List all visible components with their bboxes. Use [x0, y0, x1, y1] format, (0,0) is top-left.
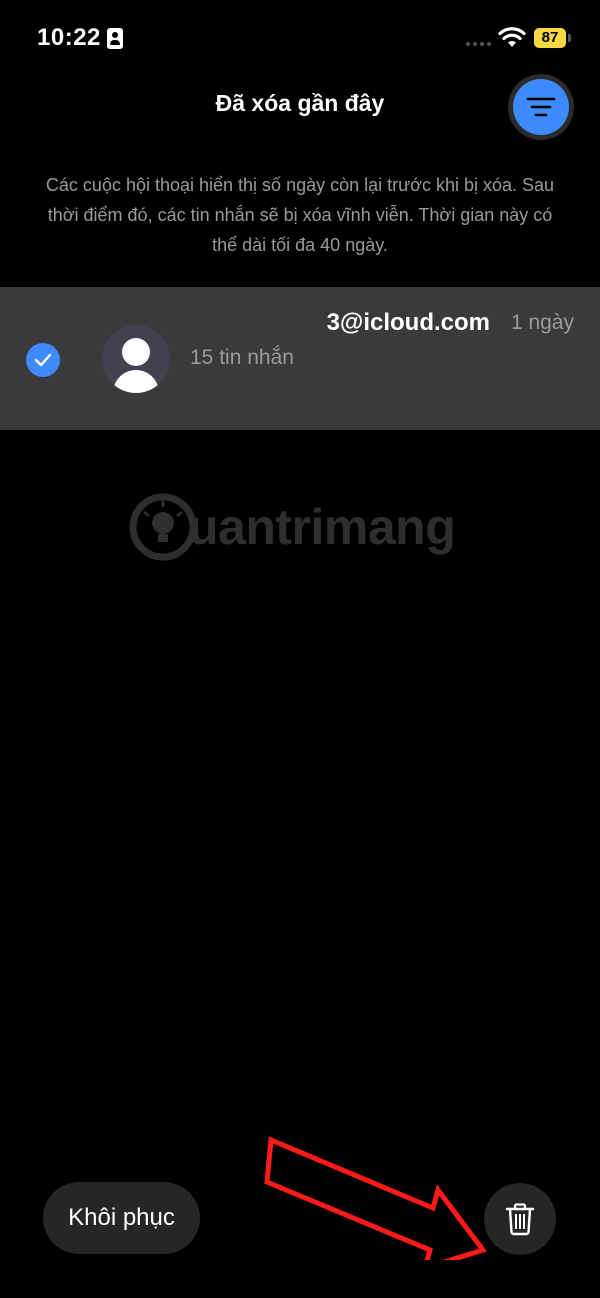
restore-button[interactable]: Khôi phục	[43, 1182, 200, 1254]
contact-date: 1 ngày	[510, 311, 574, 334]
battery-level: 87	[534, 28, 566, 48]
wifi-icon	[498, 27, 526, 47]
selection-checkbox[interactable]	[26, 343, 60, 377]
contact-name: 3@icloud.com	[326, 309, 490, 336]
filter-button-fill[interactable]	[513, 79, 569, 135]
message-count: 15 tin nhắn	[190, 346, 294, 369]
contact-card-icon	[107, 28, 123, 49]
cellular-signal-icon	[466, 42, 492, 48]
red-arrow-annotation	[264, 1136, 488, 1260]
checkmark-icon	[34, 353, 52, 367]
filter-lines-icon	[526, 97, 556, 117]
conversation-row[interactable]: 3@icloud.com 1 ngày 15 tin nhắn	[0, 287, 600, 430]
watermark-text: uantrimang	[188, 499, 456, 555]
avatar-person-icon	[122, 338, 150, 366]
avatar-body	[113, 370, 159, 393]
watermark: uantrimang	[128, 488, 488, 578]
filter-button[interactable]	[508, 74, 574, 140]
battery-tip	[568, 34, 571, 42]
status-time: 10:22	[37, 24, 101, 51]
description-text: Các cuộc hội thoại hiển thị số ngày còn …	[45, 175, 555, 255]
avatar	[102, 325, 170, 393]
status-bar: 10:22 87	[0, 0, 600, 80]
